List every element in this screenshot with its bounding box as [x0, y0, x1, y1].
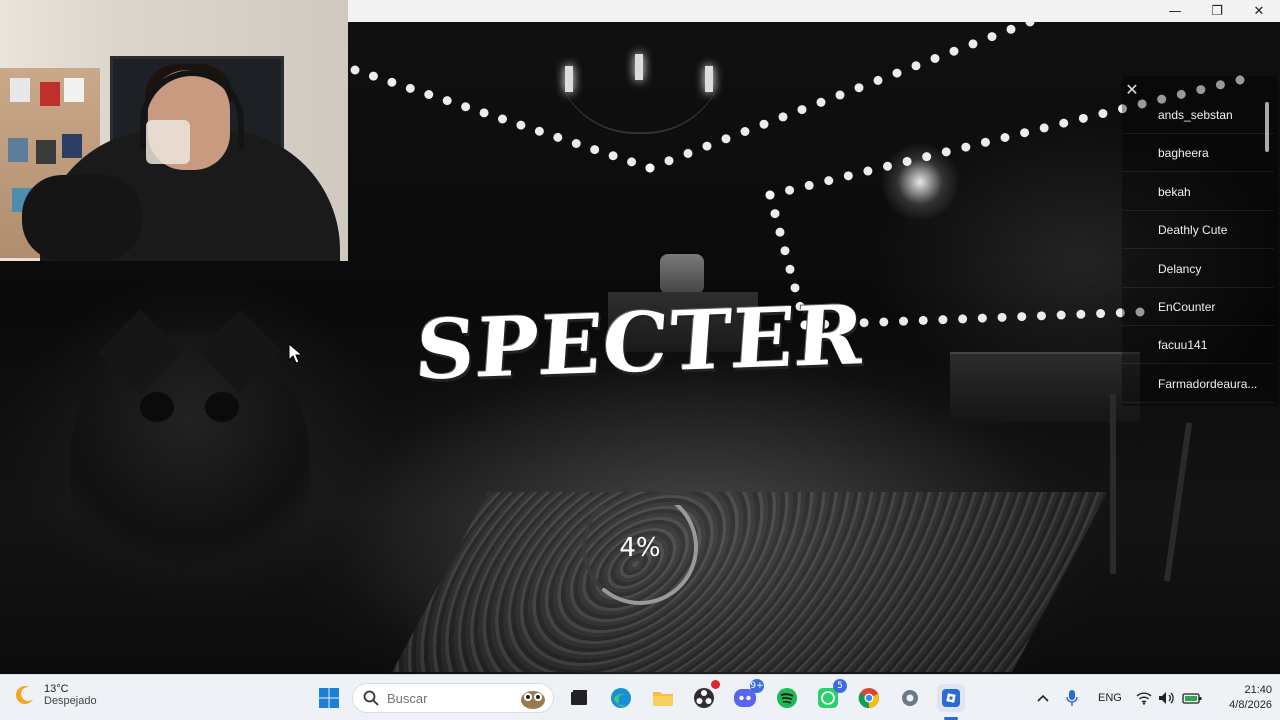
clock-time: 21:40	[1244, 684, 1272, 696]
cup	[146, 120, 190, 164]
clock-date: 4/8/2026	[1229, 699, 1272, 711]
discord-badge: 9+	[750, 679, 764, 693]
player-item[interactable]: facuu141	[1122, 326, 1274, 364]
spotify-icon	[777, 688, 797, 708]
taskbar-search[interactable]	[352, 683, 554, 713]
search-icon	[363, 690, 379, 706]
edge-button[interactable]	[607, 684, 635, 712]
speaker-icon	[1159, 692, 1174, 704]
start-button[interactable]	[315, 684, 343, 712]
search-highlight-icon	[521, 691, 545, 709]
microphone-icon	[1066, 690, 1078, 706]
player-item[interactable]: Delancy	[1122, 250, 1274, 288]
discord-button[interactable]: 9+	[731, 679, 764, 712]
edge-icon	[611, 688, 631, 708]
player-list-scrollbar[interactable]	[1265, 102, 1269, 152]
chevron-up-icon	[1037, 694, 1049, 702]
player-item[interactable]: bagheera	[1122, 134, 1274, 172]
show-hidden-icons-button[interactable]	[1036, 675, 1050, 720]
task-view-icon	[571, 690, 587, 705]
whatsapp-button[interactable]: 5	[814, 679, 847, 712]
roblox-button[interactable]	[937, 684, 965, 712]
file-explorer-button[interactable]	[649, 684, 677, 712]
player-item[interactable]: Farmadordeaura...	[1122, 365, 1274, 403]
windows-icon	[319, 688, 339, 708]
whatsapp-badge: 5	[833, 679, 847, 693]
screen: SPECTER 4% ✕ ands_sebstan bagheera bekah…	[0, 0, 1280, 720]
obs-icon	[694, 688, 714, 708]
close-button[interactable]: ✕	[1238, 0, 1280, 22]
chrome-button[interactable]	[855, 684, 883, 712]
roblox-icon	[942, 689, 960, 707]
player-item[interactable]: Deathly Cute	[1122, 211, 1274, 249]
webcam-overlay	[0, 0, 348, 261]
player-item[interactable]: bekah	[1122, 173, 1274, 211]
chrome-icon	[858, 688, 879, 709]
player-item[interactable]: EnCounter	[1122, 288, 1274, 326]
loading-percent: 4%	[619, 533, 661, 563]
weather-condition: Despejado	[44, 695, 97, 707]
gear-icon	[902, 690, 918, 706]
volume-button[interactable]	[1158, 675, 1176, 720]
battery-button[interactable]	[1182, 675, 1202, 720]
game-title: SPECTER	[412, 286, 868, 399]
player-item[interactable]: ands_sebstan	[1122, 96, 1274, 134]
spotify-button[interactable]	[773, 684, 801, 712]
microphone-button[interactable]	[1066, 675, 1078, 720]
battery-charging-icon	[1182, 693, 1202, 704]
mouse-cursor-icon	[288, 343, 304, 364]
taskbar: 13°C Despejado Buscar 9+ 5 ENG 21:40 4/8…	[0, 674, 1280, 720]
moon-icon	[15, 686, 34, 705]
obs-button[interactable]	[690, 680, 720, 712]
window-titlebar[interactable]: — ❐ ✕	[348, 0, 1280, 22]
settings-button[interactable]	[896, 684, 924, 712]
wifi-icon	[1136, 692, 1152, 705]
network-button[interactable]	[1136, 675, 1152, 720]
minimize-button[interactable]: —	[1154, 0, 1196, 22]
search-input[interactable]	[387, 690, 507, 706]
weather-widget[interactable]: 13°C Despejado	[14, 683, 97, 707]
weather-temperature: 13°C	[44, 683, 69, 695]
recording-dot	[711, 680, 720, 689]
loading-spinner: 4%	[576, 489, 704, 609]
language-indicator[interactable]: ENG	[1098, 675, 1122, 720]
maximize-button[interactable]: ❐	[1196, 0, 1238, 22]
clock[interactable]: 21:40 4/8/2026	[1210, 683, 1278, 713]
folder-icon	[653, 692, 673, 706]
task-view-button[interactable]	[565, 684, 593, 712]
